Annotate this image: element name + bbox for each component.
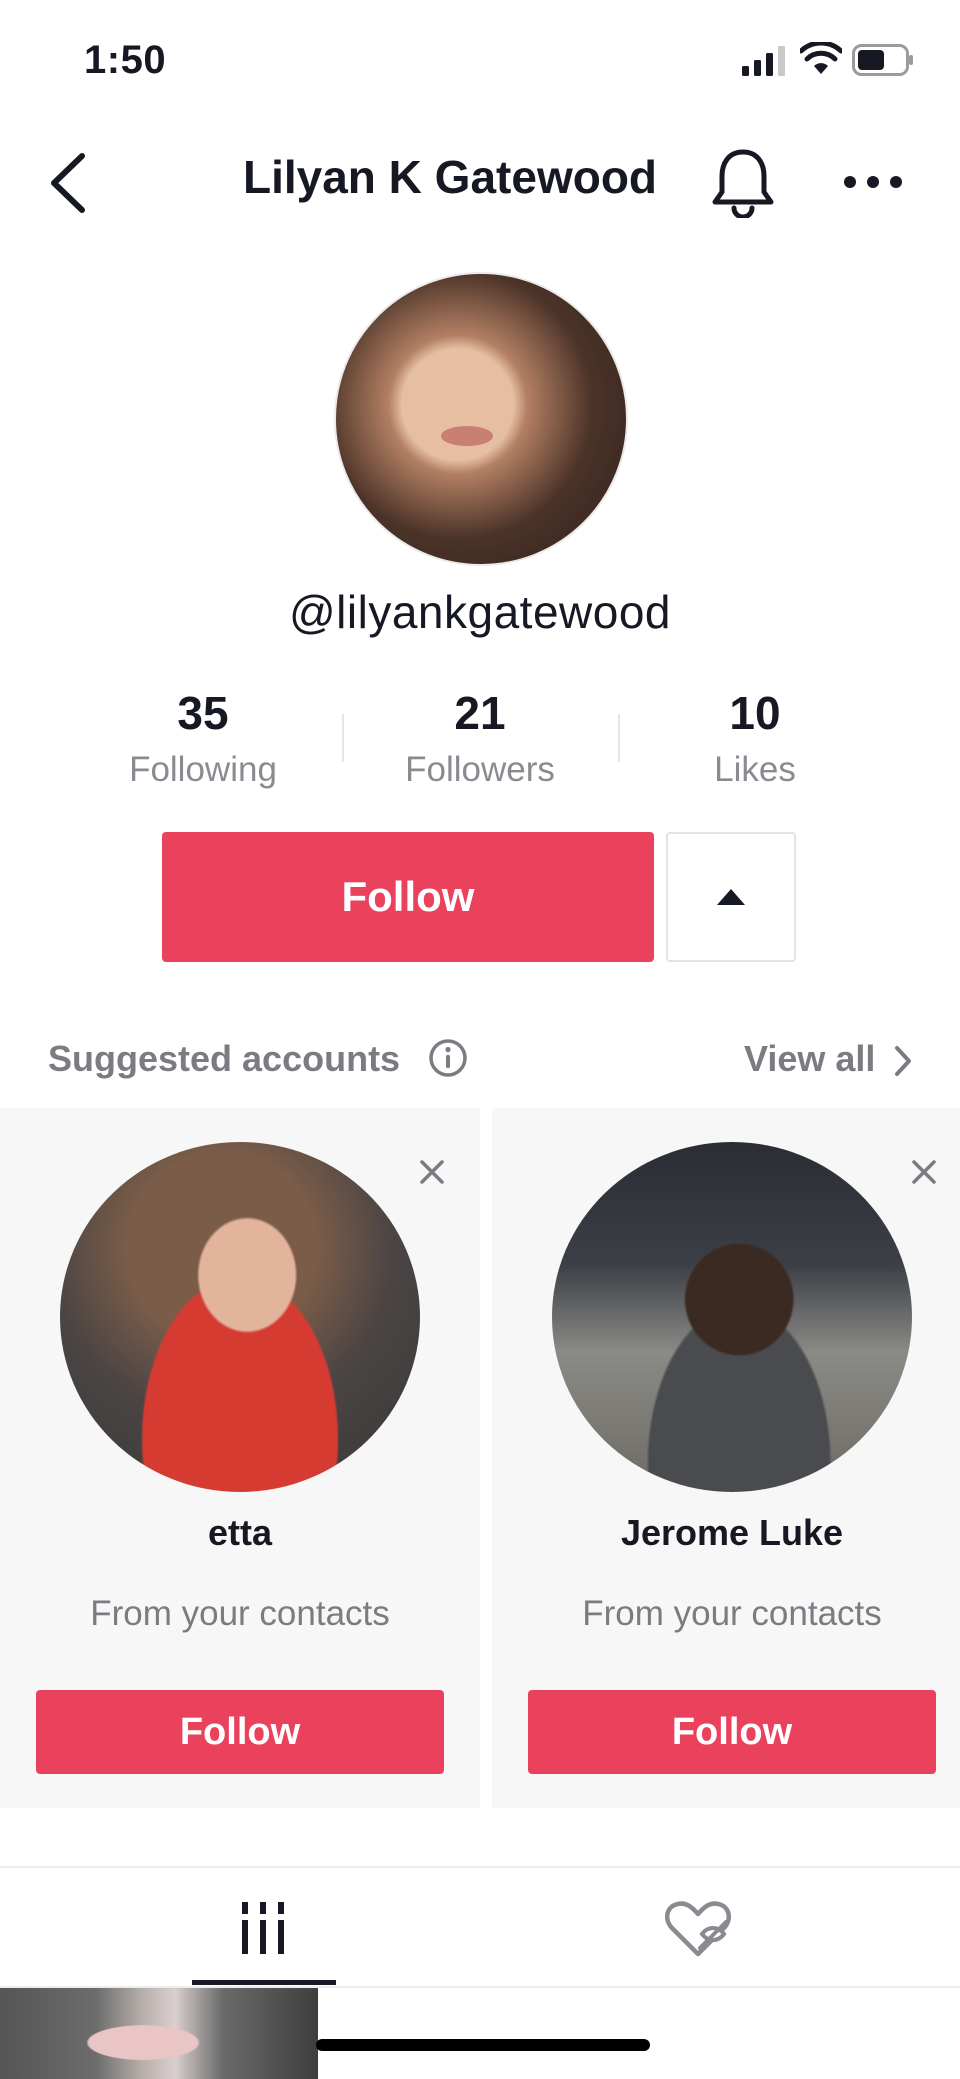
more-horizontal-icon[interactable] [840,170,906,194]
wifi-icon [800,42,842,74]
stat-likes[interactable]: 10 Likes [655,686,855,790]
close-icon[interactable] [416,1156,448,1188]
stat-likes-label: Likes [714,750,796,789]
stat-followers[interactable]: 21 Followers [380,686,580,790]
suggested-avatar-jerome-luke[interactable] [552,1142,912,1492]
stat-followers-label: Followers [405,750,555,789]
close-icon[interactable] [908,1156,940,1188]
cell-signal-icon [742,46,785,76]
bell-icon[interactable] [710,146,776,218]
video-thumbnail[interactable] [0,1988,318,2079]
suggested-avatar-etta[interactable] [60,1142,420,1492]
status-time: 1:50 [84,38,167,82]
active-tab-indicator [192,1980,336,1985]
stat-following-label: Following [129,750,277,789]
view-all-link[interactable]: View all [744,1038,875,1080]
profile-avatar[interactable] [334,272,628,566]
page-title: Lilyan K Gatewood [242,151,658,203]
stat-divider [342,714,344,762]
suggested-card-etta[interactable]: etta From your contacts Follow [0,1108,480,1808]
suggested-toggle-button[interactable] [666,832,796,962]
profile-username: @lilyankgatewood [288,586,672,638]
info-icon[interactable] [428,1038,468,1078]
stat-likes-value: 10 [729,687,781,739]
suggested-subtitle: From your contacts [90,1594,390,1633]
suggested-follow-button[interactable]: Follow [528,1690,936,1774]
tabs-top-divider [0,1866,960,1868]
stat-followers-value: 21 [454,687,506,739]
battery-icon [852,44,913,76]
stat-divider [618,714,620,762]
suggested-accounts-title: Suggested accounts [48,1038,401,1079]
liked-private-icon[interactable] [662,1896,734,1962]
stat-following-value: 35 [177,687,229,739]
suggested-follow-button[interactable]: Follow [36,1690,444,1774]
stat-following[interactable]: 35 Following [103,686,303,790]
grid-icon[interactable] [230,1900,296,1956]
suggested-name: etta [207,1512,273,1553]
suggested-subtitle: From your contacts [582,1594,882,1633]
suggested-card-jerome-luke[interactable]: Jerome Luke From your contacts Follow [492,1108,960,1808]
back-chevron-icon[interactable] [44,150,94,216]
caret-up-icon [717,889,745,905]
home-indicator[interactable] [316,2039,650,2051]
suggested-name: Jerome Luke [620,1512,844,1553]
follow-button[interactable]: Follow [162,832,654,962]
chevron-right-icon [895,1046,911,1076]
